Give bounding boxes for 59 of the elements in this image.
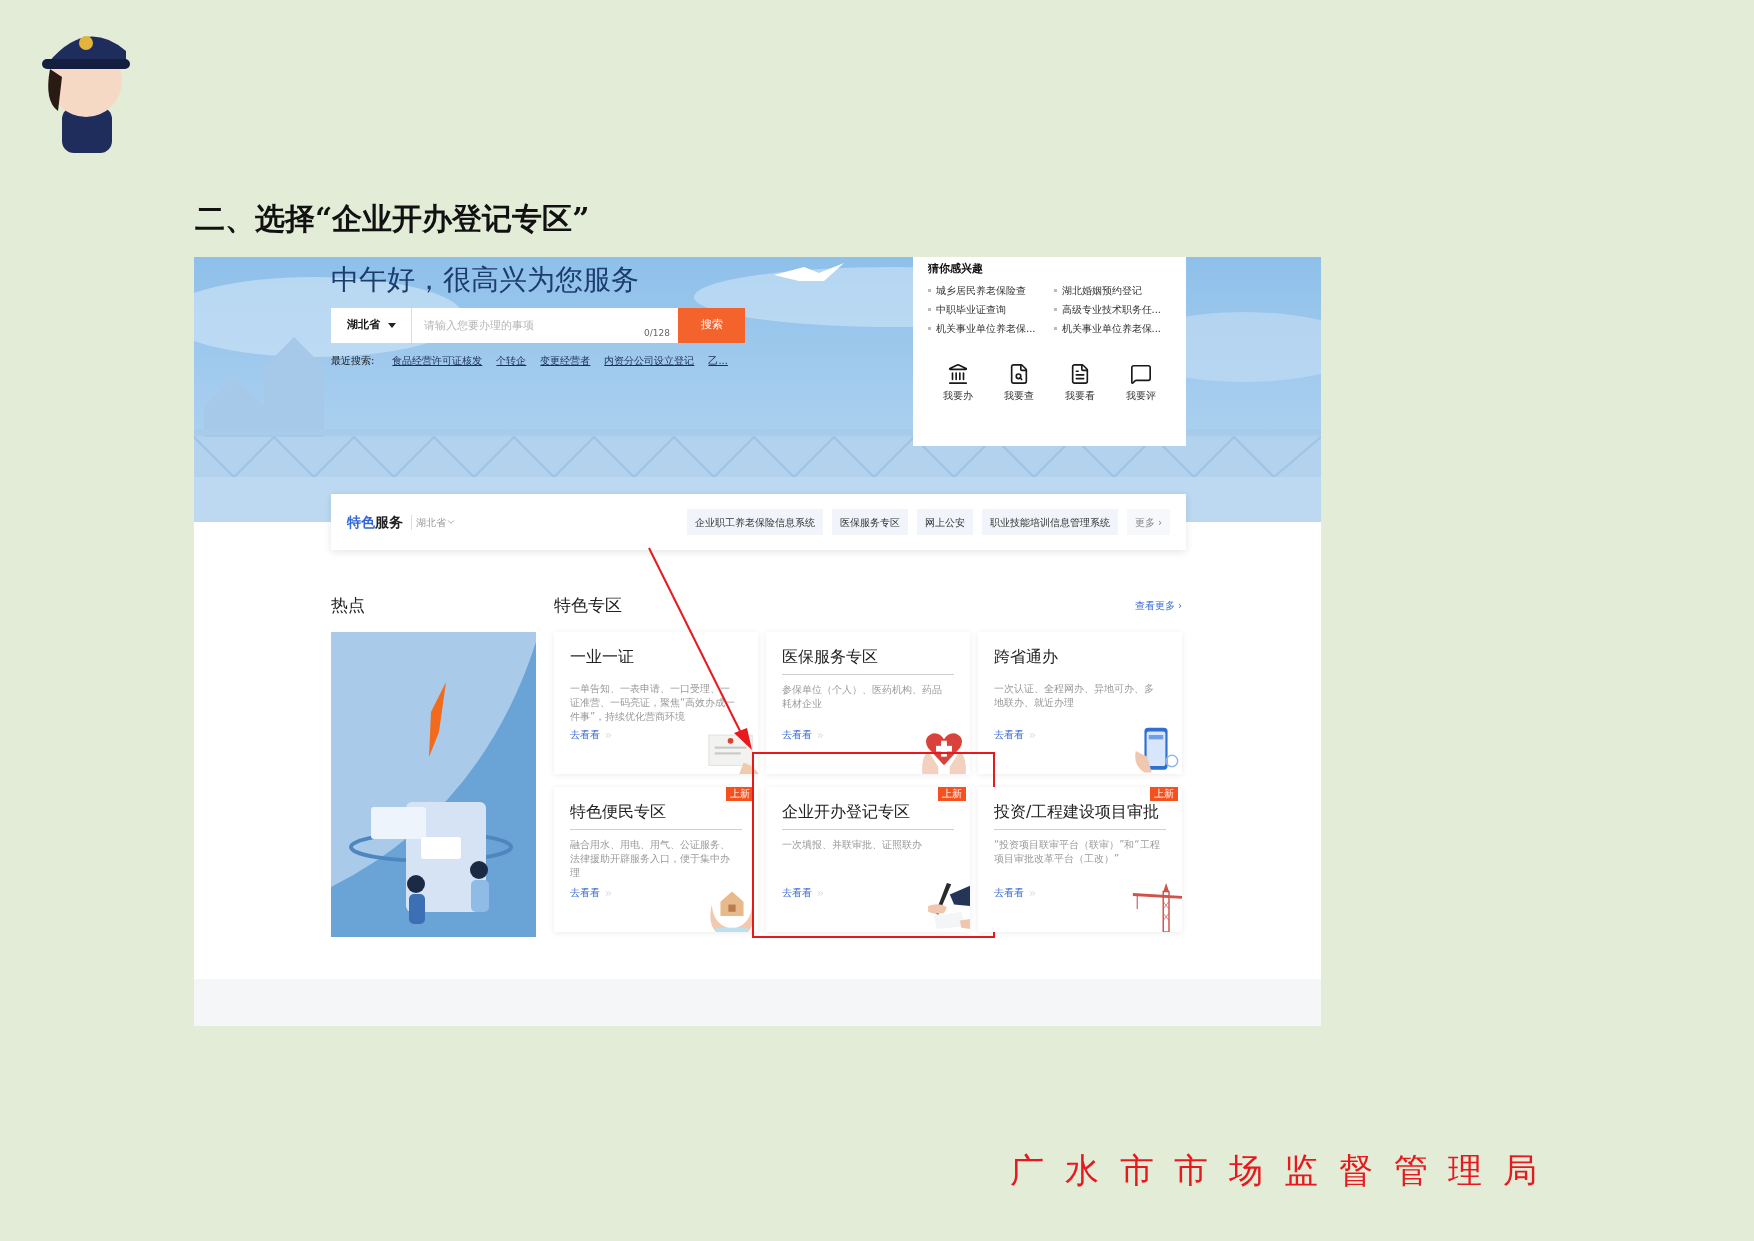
chevrons-right-icon (1028, 731, 1037, 740)
new-badge: 上新 (726, 787, 754, 801)
section-title: 热点 (331, 594, 366, 616)
card-title: 医保服务专区 (782, 644, 954, 675)
chevron-down-icon (446, 517, 456, 527)
recent-search-link[interactable]: 个转企 (496, 355, 527, 367)
quick-action-button[interactable]: 我要看 (1064, 362, 1095, 403)
interest-link[interactable]: 城乡居民养老保险查 (928, 283, 1046, 297)
service-tag[interactable]: 网上公安 (916, 509, 973, 535)
card-description: “投资项目联审平台（联审）”和“工程项目审批改革平台（工改）” (994, 838, 1161, 866)
page-heading: 二、选择“企业开办登记专区” (195, 200, 591, 238)
dropdown-caret-icon (387, 323, 396, 328)
interest-link[interactable]: 中职毕业证查询 (928, 302, 1046, 316)
interest-link[interactable]: 机关事业单位养老保... (928, 321, 1046, 335)
card-title: 跨省通办 (994, 646, 1059, 668)
quick-action-button[interactable]: 我要查 (1004, 362, 1035, 403)
card-description: 融合用水、用电、用气、公证服务、法律援助开辟服务入口，便于集中办理 (570, 838, 731, 880)
region-dropdown[interactable]: 湖北省 (331, 308, 412, 343)
recent-search-label: 最近搜索: (331, 355, 375, 367)
new-badge: 上新 (938, 787, 966, 801)
character-counter: 0/128 (644, 326, 670, 340)
services-title: 特色服务 (347, 512, 403, 532)
interest-link[interactable]: 高级专业技术职务任... (1053, 302, 1171, 316)
quick-action-button[interactable]: 我要办 (943, 362, 974, 403)
chevrons-right-icon (816, 731, 825, 740)
new-badge: 上新 (1150, 787, 1178, 801)
chevrons-right-icon (604, 731, 613, 740)
bank-icon (947, 362, 970, 385)
card-description: 参保单位（个人）、医药机构、药品耗材企业 (782, 683, 943, 711)
panel-title: 猜你感兴趣 (928, 261, 984, 277)
go-link[interactable]: 去看看 (570, 727, 600, 742)
service-tag[interactable]: 企业职工养老保险信息系统 (686, 509, 823, 535)
card-title: 投资/工程建设项目审批 (994, 799, 1166, 830)
chat-icon (1129, 362, 1152, 385)
recent-search-link[interactable]: 变更经营者 (540, 355, 591, 367)
recent-search-link[interactable]: 内资分公司设立登记 (604, 355, 695, 367)
go-link[interactable]: 去看看 (570, 885, 600, 900)
recent-search-link[interactable]: 食品经营许可证核发 (392, 355, 483, 367)
interest-link[interactable]: 湖北婚姻预约登记 (1053, 283, 1171, 297)
chevrons-right-icon (1028, 889, 1037, 898)
recent-search-link[interactable]: 乙... (708, 355, 728, 367)
chevrons-right-icon (604, 889, 613, 898)
card-title: 特色便民专区 (570, 799, 742, 830)
chevrons-right-icon (816, 889, 825, 898)
interest-link[interactable]: 机关事业单位养老保... (1053, 321, 1171, 335)
section-title: 特色专区 (554, 594, 622, 616)
organization-name: 广 水 市 市 场 监 督 管 理 局 (1010, 1150, 1539, 1190)
card-title: 一业一证 (570, 646, 635, 668)
more-link[interactable]: 更多 › (1126, 509, 1170, 535)
card-title: 企业开办登记专区 (782, 799, 954, 830)
greeting-title: 中午好，很高兴为您服务 (331, 263, 640, 297)
service-tag[interactable]: 医保服务专区 (831, 509, 908, 535)
go-link[interactable]: 去看看 (994, 727, 1024, 742)
view-more-link[interactable]: 查看更多 › (1134, 597, 1182, 613)
go-link[interactable]: 去看看 (782, 727, 812, 742)
service-tag[interactable]: 职业技能培训信息管理系统 (981, 509, 1118, 535)
go-link[interactable]: 去看看 (782, 885, 812, 900)
go-link[interactable]: 去看看 (994, 885, 1024, 900)
quick-action-button[interactable]: 我要评 (1125, 362, 1156, 403)
